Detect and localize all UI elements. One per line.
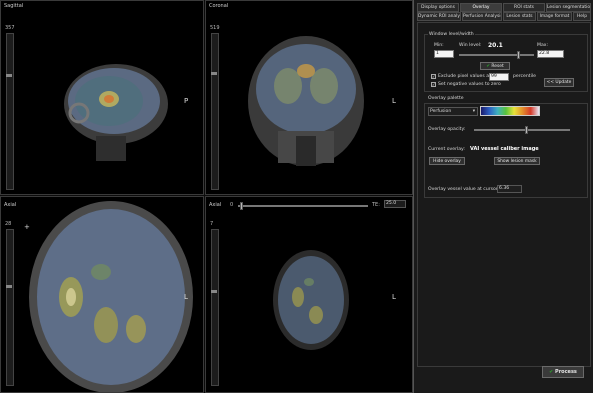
win-level-label: Win level:: [459, 43, 482, 48]
update-button[interactable]: << Update: [544, 78, 574, 87]
min-label: Min:: [434, 43, 444, 48]
orientation-label: L: [392, 97, 396, 105]
tab-display-options[interactable]: Display options: [417, 3, 459, 12]
process-label: Process: [555, 369, 577, 375]
negative-zero-label: Set negative values to zero: [438, 82, 501, 87]
opacity-slider[interactable]: [474, 126, 570, 134]
cursor-value-field: 6.36: [497, 185, 522, 193]
tab-overlay[interactable]: Overlay: [460, 3, 502, 12]
percentile-field[interactable]: 99: [489, 73, 509, 81]
palette-select-value: Perfusion: [430, 109, 452, 114]
overlay-opacity-label: Overlay opacity:: [428, 127, 466, 132]
reset-icon: ✔: [486, 64, 490, 69]
axial-scan-image-2: [273, 250, 349, 350]
axial-viewport-2[interactable]: Axial 0 TE: 25.0 7 L: [205, 196, 413, 393]
axial-scan-image-1: [29, 201, 193, 392]
checkmark-icon: ✔: [549, 369, 554, 375]
min-field[interactable]: 1: [434, 50, 454, 58]
reset-label: Reset: [491, 64, 504, 69]
coronal-viewport[interactable]: Coronal 519 L: [205, 0, 413, 195]
orientation-label: L: [392, 293, 396, 301]
sagittal-scan-image: [64, 64, 168, 161]
tab-perfusion-analysis[interactable]: Perfusion Analysis: [462, 12, 502, 21]
palette-select[interactable]: Perfusion ▾: [428, 107, 478, 116]
hide-overlay-button[interactable]: Hide overlay: [429, 157, 465, 165]
tab-lesion-stats[interactable]: Lesion stats: [503, 12, 536, 21]
palette-colorbar: [480, 106, 540, 116]
orientation-label: L: [184, 293, 188, 301]
orientation-label: P: [184, 97, 189, 105]
tab-roi-stats[interactable]: ROI stats: [503, 3, 545, 12]
cursor-value-label: Overlay vessel value at cursor:: [428, 187, 500, 192]
axial-viewport-1[interactable]: Axial 28 + L: [0, 196, 204, 393]
tab-lesion-segmentation[interactable]: Lesion segmentation: [546, 3, 591, 12]
overlay-palette-title: Overlay palette: [428, 96, 464, 101]
max-label: Max:: [537, 43, 549, 48]
max-field[interactable]: 22.8: [537, 50, 564, 58]
control-panel: Display options Overlay ROI stats Lesion…: [413, 0, 593, 393]
chevron-down-icon: ▾: [472, 109, 475, 114]
negative-zero-checkbox[interactable]: ✓: [431, 82, 436, 87]
window-level-title: Window level/width: [428, 32, 475, 37]
reset-button[interactable]: ✔ Reset: [480, 62, 510, 70]
window-slider[interactable]: [459, 51, 534, 59]
sagittal-viewport[interactable]: Sagittal 357 P: [0, 0, 204, 195]
exclude-checkbox[interactable]: ✓: [431, 74, 436, 79]
win-level-value: 20.1: [488, 42, 503, 49]
coronal-scan-image: [248, 36, 364, 166]
percentile-label: percentile: [513, 74, 536, 79]
current-overlay-label: Current overlay:: [428, 147, 465, 152]
tab-help[interactable]: Help: [573, 12, 591, 21]
process-button[interactable]: ✔ Process: [542, 366, 584, 378]
tab-image-format[interactable]: Image format: [537, 12, 572, 21]
show-lesion-mask-button[interactable]: Show lesion mask: [494, 157, 540, 165]
current-overlay-value: VAI vessel caliber image: [470, 146, 539, 152]
tab-dynamic-roi-analysis[interactable]: Dynamic ROI analysis: [417, 12, 461, 21]
opacity-slider-thumb[interactable]: [525, 126, 528, 134]
